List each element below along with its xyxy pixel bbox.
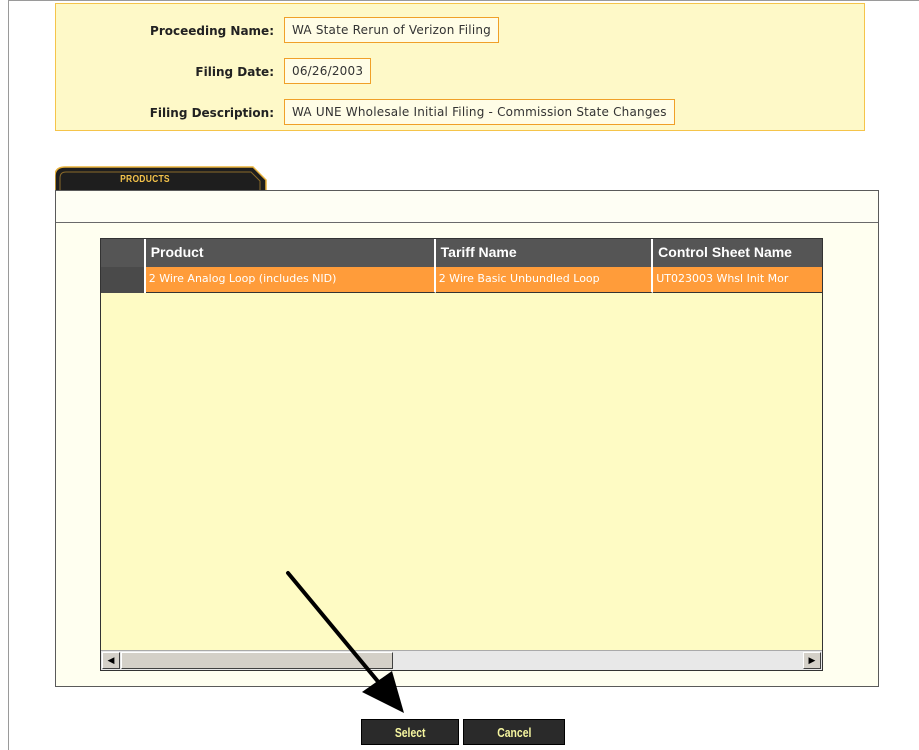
grid-header-row: Product Tariff Name Control Sheet Name [101,239,822,267]
cell-tariff-name: 2 Wire Basic Unbundled Loop [435,267,654,293]
page-top-border [8,0,919,1]
horizontal-scrollbar[interactable]: ◀ ▶ [101,650,822,670]
filing-date-field[interactable]: 06/26/2003 [284,58,372,84]
filing-info-panel: Proceeding Name: WA State Rerun of Veriz… [55,3,865,131]
cancel-button-label: Cancel [496,725,532,740]
select-button[interactable]: Select [361,719,459,745]
grid-header-corner [101,239,146,267]
filing-date-row: Filing Date: [56,58,284,86]
proceeding-name-row: Proceeding Name: [56,17,284,45]
panel-toolbar-strip [56,191,878,223]
proceeding-name-label: Proceeding Name: [150,24,274,38]
scroll-left-arrow-icon[interactable]: ◀ [102,652,120,669]
tab-products[interactable]: PRODUCTS [55,166,267,192]
column-header-product[interactable]: Product [145,239,436,267]
column-header-control-sheet-name[interactable]: Control Sheet Name [653,239,822,267]
scroll-right-arrow-icon[interactable]: ▶ [803,652,821,669]
filing-date-label: Filing Date: [195,65,274,79]
cell-control-sheet-name: UT023003 Whsl Init Mor [653,267,822,293]
filing-description-label: Filing Description: [149,106,274,120]
select-button-label: Select [394,725,426,740]
row-selector[interactable] [101,267,146,293]
tab-products-label: PRODUCTS [120,174,170,185]
cell-product: 2 Wire Analog Loop (includes NID) [145,267,436,293]
filing-description-field[interactable]: WA UNE Wholesale Initial Filing - Commis… [284,99,675,125]
page-left-border [8,0,9,750]
table-row[interactable]: 2 Wire Analog Loop (includes NID) 2 Wire… [101,267,822,293]
column-header-tariff-name[interactable]: Tariff Name [435,239,654,267]
filing-description-row: Filing Description: [56,99,284,127]
cancel-button[interactable]: Cancel [463,719,565,745]
scrollbar-thumb[interactable] [121,652,393,669]
products-grid: Product Tariff Name Control Sheet Name 2… [100,238,823,671]
proceeding-name-field[interactable]: WA State Rerun of Verizon Filing [284,17,499,43]
